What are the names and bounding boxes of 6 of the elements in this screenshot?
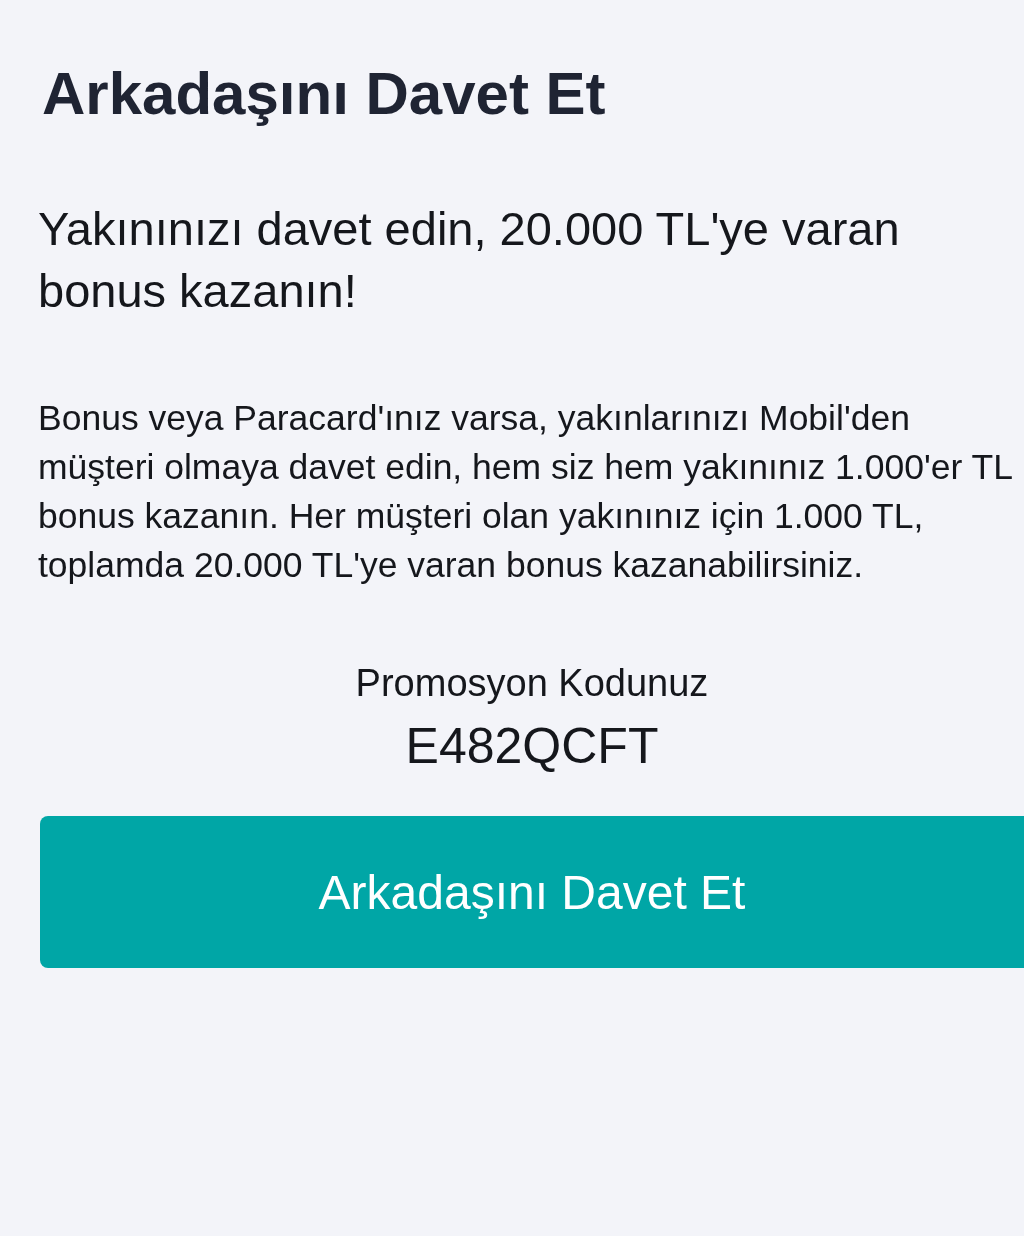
description-paragraph: Bonus veya Paracard'ınız varsa, yakınlarınızı Mobil'den müşteri olmaya davet edin, hem siz hem yakınınız 1.000'er TL bonus kazanın. Her müşteri olan yakınınız için 1.000 TL, toplamda 20.000 TL'ye varan bonus kazanabilirsiniz. [38, 397, 1013, 587]
promo-code: E482QCFT [405, 717, 659, 776]
headline: Yakınınızı davet edin, 20.000 TL'ye varan bonus kazanın! [38, 201, 901, 319]
promo-code-label: Promosyon Kodunuz [355, 661, 709, 706]
page-title: Arkadaşını Davet Et [42, 59, 607, 129]
invite-button[interactable]: Arkadaşını Davet Et [40, 816, 1024, 968]
